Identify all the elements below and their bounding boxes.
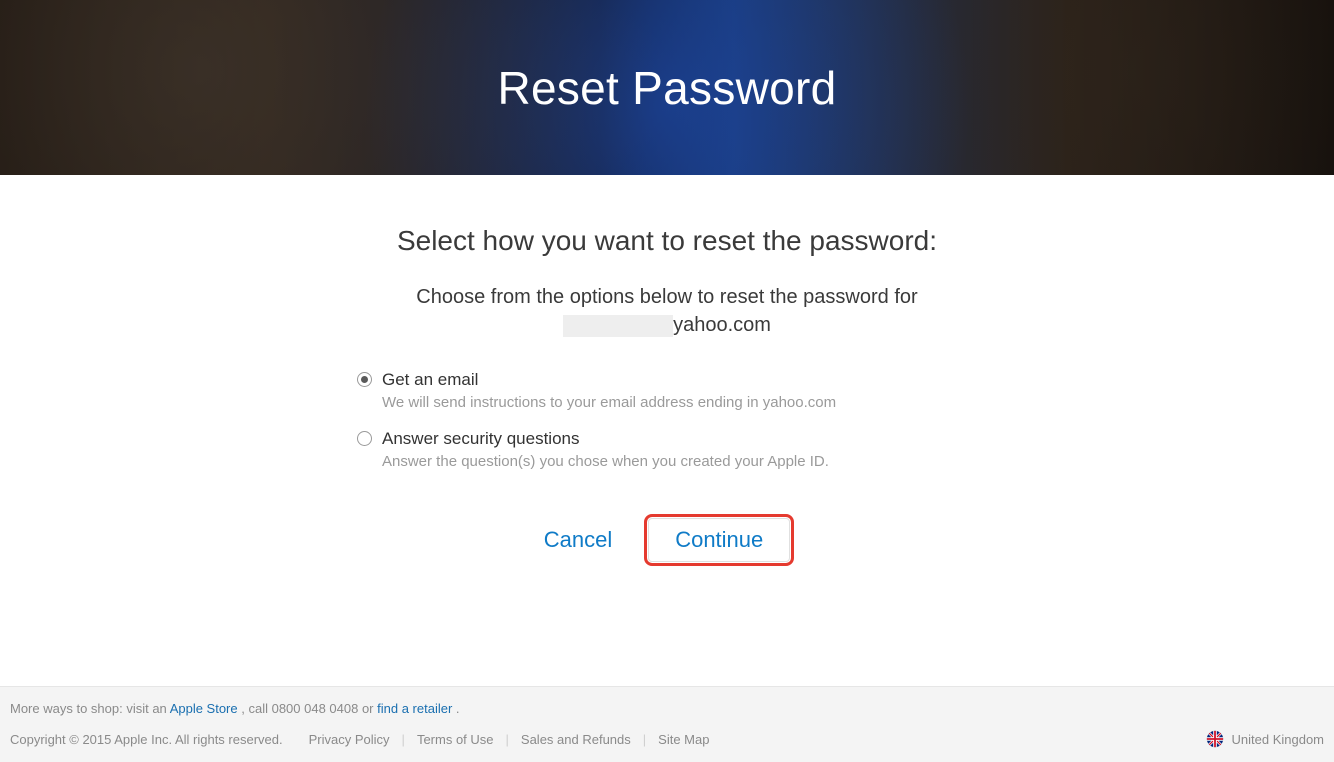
cancel-button[interactable]: Cancel (544, 527, 612, 553)
find-retailer-link[interactable]: find a retailer (377, 701, 452, 716)
action-buttons: Cancel Continue (0, 518, 1334, 562)
privacy-policy-link[interactable]: Privacy Policy (309, 732, 390, 747)
reset-options: Get an email We will send instructions t… (357, 370, 977, 470)
option-label: Answer security questions (382, 429, 579, 449)
account-email: yahoo.com (563, 314, 771, 337)
footer-shop-prefix: More ways to shop: visit an (10, 701, 170, 716)
instruction-text: Choose from the options below to reset t… (0, 283, 1334, 312)
site-map-link[interactable]: Site Map (658, 732, 709, 747)
copyright-text: Copyright © 2015 Apple Inc. All rights r… (10, 732, 283, 747)
continue-button[interactable]: Continue (648, 518, 790, 562)
option-label: Get an email (382, 370, 478, 390)
option-description: We will send instructions to your email … (382, 394, 977, 411)
region-label: United Kingdom (1232, 732, 1325, 747)
redacted-email-local (563, 315, 673, 337)
option-get-email[interactable]: Get an email We will send instructions t… (357, 370, 977, 411)
sales-refunds-link[interactable]: Sales and Refunds (521, 732, 631, 747)
subheading: Select how you want to reset the passwor… (0, 225, 1334, 257)
footer-shop-line: More ways to shop: visit an Apple Store … (10, 701, 1324, 716)
email-domain: yahoo.com (673, 314, 771, 337)
apple-store-link[interactable]: Apple Store (170, 701, 238, 716)
uk-flag-icon (1206, 730, 1224, 748)
page-footer: More ways to shop: visit an Apple Store … (0, 686, 1334, 762)
footer-shop-mid: , call 0800 048 0408 or (241, 701, 377, 716)
footer-links: Copyright © 2015 Apple Inc. All rights r… (10, 732, 709, 747)
hero-banner: Reset Password (0, 0, 1334, 175)
option-security-questions[interactable]: Answer security questions Answer the que… (357, 429, 977, 470)
page-title: Reset Password (497, 61, 836, 115)
radio-security-questions[interactable] (357, 431, 372, 446)
radio-get-email[interactable] (357, 372, 372, 387)
option-description: Answer the question(s) you chose when yo… (382, 453, 977, 470)
main-content: Select how you want to reset the passwor… (0, 175, 1334, 562)
footer-shop-suffix: . (456, 701, 460, 716)
region-selector[interactable]: United Kingdom (1206, 730, 1325, 748)
terms-of-use-link[interactable]: Terms of Use (417, 732, 494, 747)
